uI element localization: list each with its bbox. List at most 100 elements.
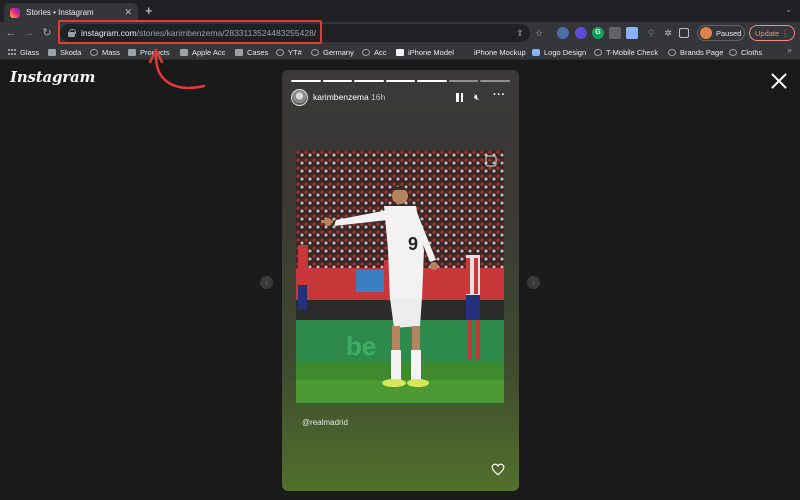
extension-dim-icon[interactable]: ⚲ [645,27,657,39]
dark-icon [396,48,404,56]
tab-instagram-stories[interactable]: Stories • Instagram ✕ [4,3,138,22]
story-timestamp: 16h [371,92,386,102]
pause-icon[interactable] [456,93,463,102]
back-arrow-icon[interactable]: ← [4,25,18,41]
story-progress-segment [480,80,511,82]
svg-text:9: 9 [408,234,418,254]
bookmark-label: Logo Design [544,47,587,57]
chrome-menu-icon: ⋮ [781,28,789,38]
tab-close-icon[interactable]: ✕ [124,7,132,18]
bookmark-item[interactable]: Logo Design [532,46,586,58]
forward-arrow-icon[interactable]: → [22,25,36,41]
bookmark-label: iPhone Model [408,47,454,57]
tab-search-chevron-icon[interactable]: ⌄ [785,5,792,14]
story-progress-segment [385,80,416,82]
football-player-image: be 9 [296,150,504,403]
story-photo: be 9 [296,150,504,403]
browser-toolbar: ← → ↻ instagram.com/stories/karimbenzema… [0,22,800,44]
story-username[interactable]: karimbenzema [313,92,369,102]
update-button[interactable]: Update ⋮ [749,25,795,41]
logo-icon [532,48,540,56]
next-story-chevron-icon[interactable]: › [527,276,540,289]
bookmark-label: Products [140,47,170,57]
bookmark-item[interactable]: iPhone Mockup [474,46,526,58]
folder-icon [180,48,188,56]
extension-badge-icon[interactable] [575,27,587,39]
tab-strip: Stories • Instagram ✕ + ⌄ [0,0,800,22]
globe-icon [311,48,319,56]
tab-title: Stories • Instagram [26,8,94,17]
folder-icon [48,48,56,56]
bookmark-item[interactable]: Brands Page [668,46,723,58]
bookmark-label: Apple Acc [192,47,226,57]
globe-icon [729,48,737,56]
side-panel-icon[interactable] [679,28,689,38]
bookmark-label: T-Mobile Check [606,47,659,57]
address-bar[interactable]: instagram.com/stories/karimbenzema/28331… [60,24,530,42]
bookmark-label: iPhone Mockup [474,47,526,57]
bookmark-item[interactable]: Cloths [729,46,762,58]
bookmark-item[interactable]: T-Mobile Check [594,46,658,58]
globe-icon [276,48,284,56]
globe-icon [90,48,98,56]
bookmark-item[interactable]: Germany [311,46,354,58]
story-progress-segment [448,80,479,82]
bookmark-label: YT# [288,47,302,57]
apps-icon [8,48,16,56]
bookmark-star-icon[interactable]: ☆ [533,27,545,39]
reload-icon[interactable]: ↻ [40,25,54,41]
bookmark-label: Brands Page [680,47,724,57]
bookmark-item[interactable]: Apple Acc [180,46,225,58]
extensions-puzzle-icon[interactable]: ✲ [662,27,674,39]
speaker-muted-icon[interactable]: 🔇︎ [474,92,480,102]
bookmark-label: Mass [102,47,120,57]
profile-avatar [700,27,712,39]
bookmark-label: Cases [247,47,269,57]
bookmark-label: Acc [374,47,387,57]
bookmark-label: Cloths [741,47,763,57]
instagram-logo[interactable]: Instagram [10,68,95,86]
bookmark-item[interactable]: Glass [8,46,39,58]
globe-icon [668,48,676,56]
extension-page-icon[interactable] [609,27,621,39]
folder-icon [128,48,136,56]
extension-blue-icon[interactable] [626,27,638,39]
bookmarks-bar: Glass Skoda Mass Products Apple Acc Cases YT# G… [0,44,800,60]
bookmark-item[interactable]: Acc [362,46,387,58]
bookmark-label: Glass [20,47,40,57]
story-progress-segment [291,80,321,82]
grammarly-icon[interactable]: G [592,27,604,39]
bookmark-label: Germany [323,47,354,57]
story-card[interactable]: karimbenzema 16h 🔇︎ ··· be 9 @realmadrid [282,70,519,491]
globe-icon [594,48,602,56]
bookmark-item[interactable]: Products [128,46,170,58]
more-options-icon[interactable]: ··· [493,90,506,101]
bookmark-item[interactable]: iPhone Model [396,46,454,58]
bookmark-item[interactable]: Skoda [48,46,81,58]
bookmark-item[interactable]: YT# [276,46,302,58]
story-progress-segment [322,80,353,82]
folder-icon [235,48,243,56]
previous-story-chevron-icon[interactable]: ‹ [260,276,273,289]
bookmark-item[interactable]: Mass [90,46,120,58]
svg-text:be: be [346,331,376,361]
extension-profile-icon[interactable] [557,27,569,39]
update-label: Update [755,28,780,38]
new-tab-button[interactable]: + [145,4,153,18]
instagram-story-viewer: Instagram ‹ › karimbenzema 16h 🔇︎ ··· be… [0,60,800,500]
bookmarks-overflow-icon[interactable]: » [787,45,792,55]
share-icon[interactable]: ⇪ [514,27,526,39]
url-host: instagram.com [81,28,137,38]
story-mention[interactable]: @realmadrid [302,418,348,427]
lock-icon[interactable] [68,29,76,37]
bookmark-item[interactable]: Cases [235,46,268,58]
profile-button[interactable]: Paused [697,25,745,41]
profile-label: Paused [716,28,742,38]
bookmark-label: Skoda [60,47,82,57]
close-icon[interactable] [770,72,788,90]
story-progress-segment [417,80,447,82]
story-progress-bar [291,80,511,82]
heart-icon[interactable] [491,463,505,476]
avatar[interactable] [291,89,308,106]
story-progress-segment [354,80,384,82]
